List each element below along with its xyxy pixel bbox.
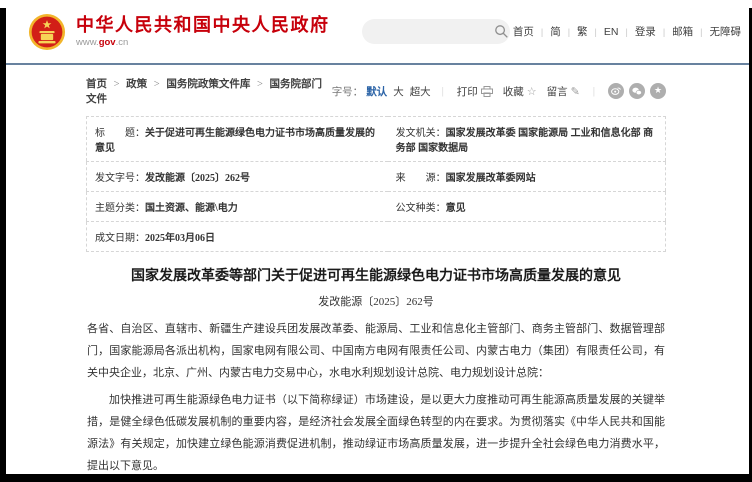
- font-size-default-button[interactable]: 默认: [366, 84, 387, 99]
- meta-label-date: 成文日期：: [95, 233, 145, 244]
- toolbar-separator: |: [593, 86, 595, 97]
- meta-value-doc-number: 发改能源〔2025〕262号: [145, 173, 250, 184]
- page-toolbar: 字号： 默认 大 超大 | 打印 收藏 ☆ 留言 ✎ |: [332, 83, 666, 99]
- meta-value-category: 国土资源、能源\电力: [145, 203, 238, 214]
- breadcrumb-separator: >: [114, 79, 120, 90]
- breadcrumb-separator: >: [257, 79, 263, 90]
- url-prefix: www.: [76, 37, 99, 48]
- nav-separator: |: [700, 27, 702, 37]
- breadcrumb-toolbar-row: 首页 > 政策 > 国务院政策文件库 > 国务院部门文件 字号： 默认 大 超大…: [86, 65, 666, 106]
- nav-separator: |: [625, 27, 627, 37]
- table-row: 发文字号：发改能源〔2025〕262号 来 源：国家发展改革委网站: [87, 162, 666, 192]
- top-nav: 首页 | 简 | 繁 | EN | 登录 | 邮箱 | 无障碍: [512, 24, 742, 39]
- document-paragraph-recipients: 各省、自治区、直辖市、新疆生产建设兵团发展改革委、能源局、工业和信息化主管部门、…: [87, 318, 665, 384]
- header-right: 首页 | 简 | 繁 | EN | 登录 | 邮箱 | 无障碍: [362, 19, 742, 44]
- site-brand: 中华人民共和国中央人民政府 www.gov.cn: [76, 15, 330, 48]
- meta-label-doc-type: 公文种类：: [396, 203, 446, 214]
- document-meta-table: 标 题：关于促进可再生能源绿色电力证书市场高质量发展的意见 发文机关：国家发展改…: [86, 116, 666, 252]
- nav-separator: |: [595, 27, 597, 37]
- breadcrumb-policy-library[interactable]: 国务院政策文件库: [166, 79, 250, 90]
- weibo-share-icon[interactable]: [608, 83, 624, 99]
- font-size-large-button[interactable]: 大: [393, 84, 404, 99]
- star-icon: ☆: [527, 85, 537, 98]
- font-size-xlarge-button[interactable]: 超大: [410, 84, 431, 99]
- nav-item-english[interactable]: EN: [603, 26, 620, 38]
- nav-separator: |: [541, 27, 543, 37]
- star-share-icon[interactable]: ★: [650, 83, 666, 99]
- breadcrumb-home[interactable]: 首页: [86, 79, 107, 90]
- wechat-share-icon[interactable]: [629, 83, 645, 99]
- nav-item-home[interactable]: 首页: [512, 24, 535, 39]
- print-label: 打印: [457, 84, 478, 99]
- meta-value-source: 国家发展改革委网站: [446, 173, 536, 184]
- share-buttons: ★: [603, 83, 666, 99]
- search-input[interactable]: [362, 19, 510, 44]
- search-icon[interactable]: [494, 24, 509, 39]
- nav-item-accessibility[interactable]: 无障碍: [709, 24, 743, 39]
- meta-label-issuer: 发文机关：: [396, 128, 446, 139]
- site-url: www.gov.cn: [76, 37, 330, 48]
- favorite-label: 收藏: [503, 84, 524, 99]
- url-suffix: .cn: [116, 37, 129, 48]
- meta-label-category: 主题分类：: [95, 203, 145, 214]
- favorite-button[interactable]: 收藏 ☆: [503, 84, 537, 99]
- meta-value-date: 2025年03月06日: [145, 233, 215, 244]
- site-header: 中华人民共和国中央人民政府 www.gov.cn 首页 | 简 | 繁 | EN…: [0, 0, 752, 63]
- share-star-glyph: ★: [654, 87, 662, 96]
- nav-item-simplified[interactable]: 简: [549, 24, 562, 39]
- comment-button[interactable]: 留言 ✎: [547, 84, 580, 99]
- meta-label-title: 标 题：: [95, 128, 145, 139]
- url-domain: gov: [99, 37, 116, 48]
- document-number: 发改能源〔2025〕262号: [87, 293, 665, 309]
- nav-item-traditional[interactable]: 繁: [576, 24, 589, 39]
- document-title: 国家发展改革委等部门关于促进可再生能源绿色电力证书市场高质量发展的意见: [87, 267, 665, 287]
- document-paragraph-intro: 加快推进可再生能源绿色电力证书（以下简称绿证）市场建设，是以更大力度推动可再生能…: [87, 389, 665, 477]
- print-button[interactable]: 打印: [457, 84, 493, 99]
- font-size-label: 字号：: [332, 84, 364, 99]
- toolbar-separator: |: [442, 86, 444, 97]
- meta-label-source: 来 源：: [396, 173, 446, 184]
- breadcrumb-policy[interactable]: 政策: [126, 79, 147, 90]
- document-body: 国家发展改革委等部门关于促进可再生能源绿色电力证书市场高质量发展的意见 发改能源…: [87, 267, 665, 482]
- meta-label-doc-number: 发文字号：: [95, 173, 145, 184]
- screen-edge-left: [0, 8, 6, 482]
- table-row: 主题分类：国土资源、能源\电力 公文种类：意见: [87, 192, 666, 222]
- breadcrumb-separator: >: [154, 79, 160, 90]
- comment-label: 留言: [547, 84, 568, 99]
- table-row: 成文日期：2025年03月06日: [87, 222, 666, 252]
- pen-icon: ✎: [571, 85, 580, 98]
- nav-separator: |: [663, 27, 665, 37]
- nav-item-mail[interactable]: 邮箱: [671, 24, 694, 39]
- printer-icon: [481, 86, 493, 97]
- national-emblem-icon: [28, 13, 66, 51]
- gov-cn-page: 中华人民共和国中央人民政府 www.gov.cn 首页 | 简 | 繁 | EN…: [0, 0, 752, 482]
- nav-separator: |: [568, 27, 570, 37]
- site-title: 中华人民共和国中央人民政府: [76, 15, 330, 35]
- nav-item-login[interactable]: 登录: [634, 24, 657, 39]
- screen-edge-bottom: [0, 474, 752, 482]
- meta-value-doc-type: 意见: [446, 203, 466, 214]
- table-row: 标 题：关于促进可再生能源绿色电力证书市场高质量发展的意见 发文机关：国家发展改…: [87, 117, 666, 162]
- breadcrumb: 首页 > 政策 > 国务院政策文件库 > 国务院部门文件: [86, 76, 332, 106]
